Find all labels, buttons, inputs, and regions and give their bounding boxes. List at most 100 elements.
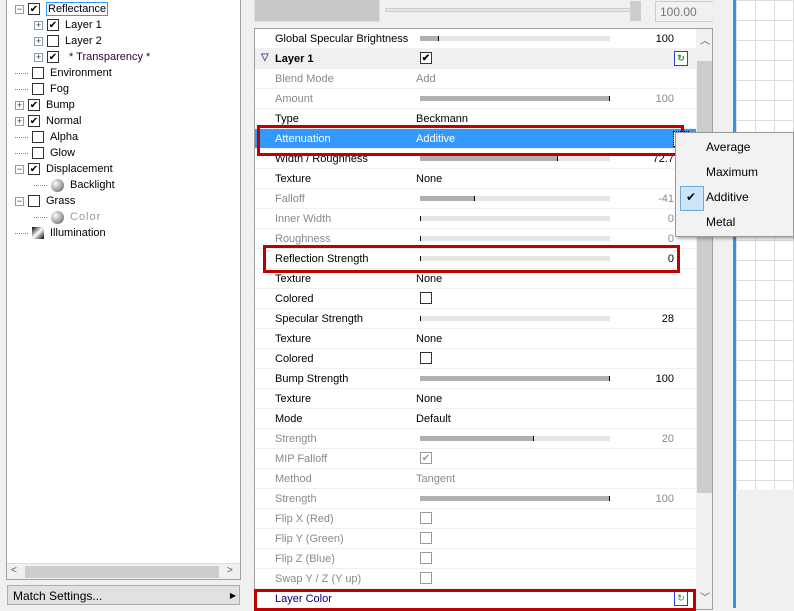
tree-item[interactable]: + ✔ Layer 1 [34,17,102,33]
property-row[interactable]: Swap Y / Z (Y up) [255,569,696,589]
property-row[interactable]: MIP Falloff ✔ [255,449,696,469]
property-checkbox[interactable] [420,552,432,564]
checkbox[interactable]: ✔ [47,19,59,31]
property-slider[interactable] [420,236,610,241]
property-row[interactable]: Blend Mode Add [255,69,696,89]
scroll-thumb[interactable] [25,566,219,578]
property-row[interactable]: Texture None [255,389,696,409]
menu-item[interactable]: ✔ Additive [676,186,793,211]
property-row[interactable]: Colored [255,289,696,309]
property-row[interactable]: Colored [255,349,696,369]
property-value[interactable]: Add [416,73,436,85]
tree-item[interactable]: + ✔ * Transparency * [34,49,150,65]
property-row[interactable]: Global Specular Brightness 100 [255,29,696,49]
expand-icon[interactable]: + [34,20,43,30]
tree-horizontal-scrollbar[interactable]: < > [7,563,240,579]
tree-item[interactable]: Color [34,209,101,225]
property-number[interactable]: 100 [656,33,674,45]
channel-tree[interactable]: − ✔ Reflectance + ✔ Layer 1 + Layer 2 + ✔ * Transp… [6,0,241,580]
brightness-input[interactable]: 100.00 [655,1,716,22]
checkbox[interactable] [47,35,59,47]
property-slider[interactable] [420,216,610,221]
tree-item[interactable]: + ✔ Bump [15,97,75,113]
property-row[interactable]: ▽ Layer 1 ✔ ↻ [255,49,696,69]
property-checkbox[interactable]: ✔ [420,452,432,464]
property-row[interactable]: Specular Strength 28 [255,309,696,329]
property-slider[interactable] [420,156,610,161]
tree-item[interactable]: + ✔ Normal [15,113,81,129]
expand-icon[interactable]: + [34,36,43,46]
tree-item[interactable]: Backlight [34,177,115,193]
property-checkbox[interactable] [420,292,432,304]
collapse-icon[interactable]: − [15,4,24,14]
property-number[interactable]: 28 [662,313,674,325]
property-value[interactable]: Tangent [416,473,455,485]
property-slider[interactable] [420,196,610,201]
property-row[interactable]: Strength 100 [255,489,696,509]
property-row[interactable]: Flip X (Red) [255,509,696,529]
tree-item[interactable]: − ✔ Displacement [15,161,113,177]
property-row[interactable]: Flip Z (Blue) [255,549,696,569]
scroll-right-icon[interactable]: > [227,565,233,576]
slider-thumb[interactable] [630,1,641,21]
property-checkbox[interactable] [420,572,432,584]
property-slider[interactable] [420,496,610,501]
property-value[interactable]: None [416,333,442,345]
match-settings-button[interactable]: Match Settings... ▶ [7,585,240,605]
menu-item[interactable]: Maximum [676,161,793,185]
collapse-icon[interactable]: − [15,196,24,206]
tree-item[interactable]: Alpha [15,129,78,145]
property-number[interactable]: 100 [656,373,674,385]
property-number[interactable]: -41 [658,193,674,205]
property-row[interactable]: Falloff -41 [255,189,696,209]
property-value[interactable]: None [416,273,442,285]
property-row[interactable]: Strength 20 [255,429,696,449]
property-value[interactable]: None [416,173,442,185]
property-row[interactable]: Amount 100 [255,89,696,109]
property-checkbox[interactable] [420,352,432,364]
tree-item[interactable]: Illumination [15,225,106,241]
load-preset-icon[interactable]: ↻ [674,51,688,66]
tree-item[interactable]: Fog [15,81,69,97]
checkbox[interactable] [32,83,44,95]
property-row[interactable]: Bump Strength 100 [255,369,696,389]
property-row[interactable]: Texture None [255,329,696,349]
menu-item[interactable]: Metal [676,211,793,235]
checkbox[interactable] [28,195,40,207]
property-value[interactable]: Beckmann [416,113,468,125]
property-row[interactable]: Method Tangent [255,469,696,489]
property-row[interactable]: Flip Y (Green) [255,529,696,549]
checkbox[interactable]: ✔ [28,115,40,127]
checkbox[interactable] [32,147,44,159]
expand-icon[interactable]: + [15,116,24,126]
property-number[interactable]: 100 [656,493,674,505]
property-value[interactable]: None [416,393,442,405]
scroll-thumb[interactable] [697,61,712,493]
scroll-up-icon[interactable]: ︿ [700,32,710,47]
tree-item[interactable]: Environment [15,65,112,81]
property-checkbox[interactable]: ✔ [420,52,432,64]
scroll-left-icon[interactable]: < [11,565,17,576]
tree-item[interactable]: Glow [15,145,75,161]
tree-item[interactable]: + Layer 2 [34,33,102,49]
property-value[interactable]: Default [416,413,451,425]
properties-scrollbar[interactable]: ︿ ﹀ [696,29,712,609]
property-number[interactable]: 0 [668,213,674,225]
property-slider[interactable] [420,96,610,101]
property-row[interactable]: Inner Width 0 [255,209,696,229]
property-slider[interactable] [420,376,610,381]
property-slider[interactable] [420,436,610,441]
menu-item[interactable]: Average [676,136,793,160]
expand-icon[interactable]: + [34,52,43,62]
property-slider[interactable] [420,316,610,321]
collapse-icon[interactable]: − [15,164,24,174]
property-row[interactable]: Mode Default [255,409,696,429]
property-checkbox[interactable] [420,532,432,544]
checkbox[interactable]: ✔ [28,99,40,111]
property-number[interactable]: 100 [656,93,674,105]
checkbox[interactable]: ✔ [28,163,40,175]
checkbox[interactable] [32,131,44,143]
checkbox[interactable]: ✔ [28,3,40,15]
property-number[interactable]: 0 [668,233,674,245]
property-row[interactable]: Texture None [255,169,696,189]
